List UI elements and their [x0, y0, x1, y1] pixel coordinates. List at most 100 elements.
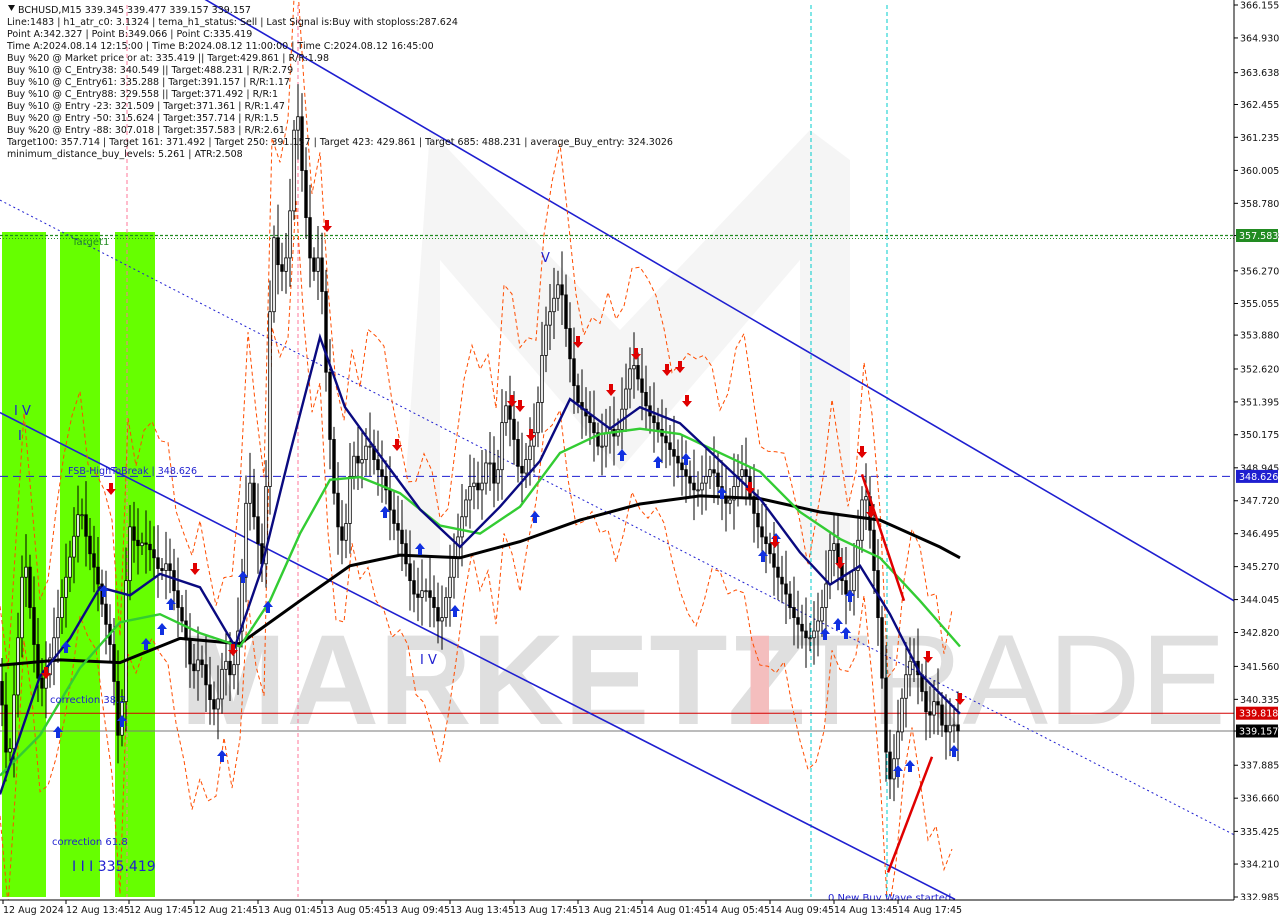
- y-tick-label: 337.885: [1240, 761, 1279, 772]
- candle-body: [428, 590, 432, 598]
- candle-body: [544, 324, 548, 356]
- x-tick-label: 14 Aug 09:45: [770, 905, 834, 916]
- candle-body: [572, 358, 576, 387]
- candle-body: [380, 469, 384, 477]
- candle-body: [936, 701, 940, 706]
- candle-body: [776, 566, 780, 578]
- candle-body: [744, 469, 748, 477]
- candle-body: [568, 328, 572, 360]
- candle-body: [316, 257, 320, 272]
- candle-body: [688, 476, 692, 484]
- candle-body: [492, 462, 496, 484]
- x-tick-label: 12 Aug 13:45: [66, 905, 130, 916]
- candle-body: [180, 607, 184, 622]
- candle-body: [156, 557, 160, 569]
- y-tick-label: 340.335: [1240, 695, 1279, 706]
- time-axis[interactable]: 12 Aug 2024 12 Aug 13:4512 Aug 17:45 12 Au…: [0, 899, 1280, 920]
- price-chart[interactable]: MARKETZ I TRADE Target1 FSB-HighToBreak …: [0, 0, 1280, 920]
- candle-body: [956, 724, 960, 732]
- candle-body: [884, 677, 888, 753]
- candle-body: [924, 691, 928, 713]
- price-tag-fsb: 348.626: [1236, 469, 1278, 483]
- info-line-3: Point A:342.327 | Point B:349.066 | Poin…: [7, 29, 252, 40]
- wave-v-label: V: [541, 251, 550, 266]
- candle-body: [368, 445, 372, 448]
- candle-body: [20, 576, 24, 639]
- candle-body: [248, 482, 252, 504]
- candle-body: [640, 378, 644, 393]
- y-tick-label: 366.155: [1240, 1, 1279, 12]
- candle-body: [628, 368, 632, 390]
- x-tick-label: 14 Aug 01:45: [642, 905, 706, 916]
- candle-body: [728, 499, 732, 504]
- candle-body: [92, 553, 96, 568]
- price-axis[interactable]: 366.155 364.930 363.638 362.455 361.235 360.0…: [1233, 0, 1280, 904]
- candle-body: [440, 617, 444, 622]
- candle-body: [712, 469, 716, 474]
- candle-body: [864, 496, 868, 501]
- x-tick-label: 14 Aug 05:45: [706, 905, 770, 916]
- candle-body: [760, 526, 764, 538]
- candle-body: [796, 617, 800, 625]
- candle-body: [780, 576, 784, 585]
- candle-body: [716, 472, 720, 487]
- candle-body: [68, 556, 72, 578]
- candle-body: [468, 486, 472, 501]
- candle-body: [696, 489, 700, 492]
- green-band-3: [115, 232, 155, 897]
- candle-body: [512, 418, 516, 440]
- y-tick-label: 360.005: [1240, 166, 1279, 177]
- candle-body: [792, 607, 796, 618]
- target-label: Target1: [71, 237, 109, 248]
- candle-body: [812, 630, 816, 639]
- candle-body: [0, 681, 4, 706]
- price-tag-target-text: 357.583: [1239, 231, 1278, 242]
- y-tick-label: 334.210: [1240, 860, 1279, 871]
- info-line-10: Buy %20 @ Entry -50: 315.624 | Target:35…: [7, 113, 279, 124]
- candle-body: [680, 462, 684, 471]
- candle-body: [764, 536, 768, 545]
- y-tick-label: 353.880: [1240, 331, 1279, 342]
- candle-body: [40, 677, 44, 689]
- candle-body: [128, 526, 132, 582]
- wave-i-top-left-label: I: [18, 429, 22, 444]
- candle-body: [168, 563, 172, 571]
- candle-body: [444, 597, 448, 618]
- info-line-1: BCHUSD,M15 339.345 339.477 339.157 339.1…: [18, 5, 251, 16]
- x-tick-label: 12 Aug 21:45: [194, 905, 258, 916]
- candle-body: [124, 580, 128, 703]
- candle-body: [192, 663, 196, 672]
- candle-body: [644, 391, 648, 407]
- candle-body: [808, 637, 812, 640]
- candle-body: [376, 459, 380, 471]
- x-tick-label: 13 Aug 13:45: [450, 905, 514, 916]
- candle-body: [600, 445, 604, 448]
- candle-body: [52, 637, 56, 659]
- candle-body: [804, 630, 808, 639]
- candle-body: [832, 543, 836, 551]
- fsb-label: FSB-HighToBreak | 348.626: [68, 466, 197, 477]
- candle-body: [664, 435, 668, 444]
- x-tick-label: 12 Aug 17:45: [129, 905, 193, 916]
- candle-body: [576, 385, 580, 403]
- candle-body: [296, 116, 300, 131]
- y-tick-label: 358.780: [1240, 199, 1279, 210]
- candle-body: [908, 660, 912, 676]
- candle-body: [4, 704, 8, 753]
- candle-body: [352, 455, 356, 477]
- candle-body: [672, 449, 676, 457]
- candle-body: [624, 388, 628, 410]
- candle-body: [232, 664, 236, 676]
- x-tick-label: 13 Aug 21:45: [578, 905, 642, 916]
- candle-body: [144, 542, 148, 545]
- candle-body: [488, 462, 492, 465]
- wave-iv-top-left-label: I V: [14, 404, 31, 419]
- candle-body: [64, 576, 68, 598]
- candle-body: [348, 476, 352, 524]
- candle-body: [404, 543, 408, 565]
- candle-body: [76, 514, 80, 537]
- candle-body: [400, 529, 404, 545]
- candle-body: [532, 432, 536, 447]
- wave-iii-label: I I I 335.419: [72, 859, 156, 875]
- candle-body: [412, 580, 416, 595]
